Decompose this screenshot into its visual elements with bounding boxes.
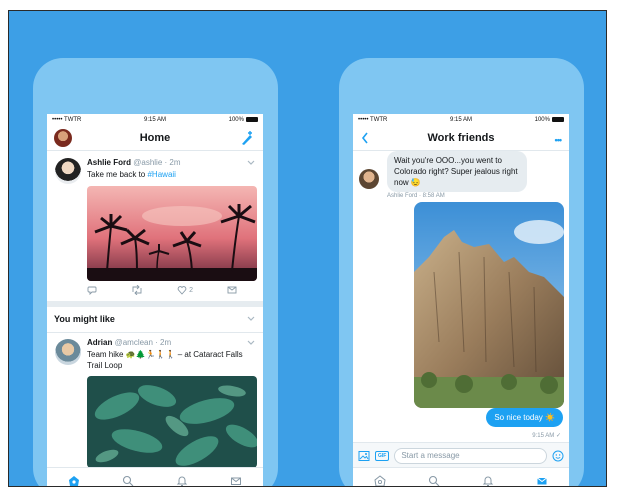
heart-icon <box>177 286 187 295</box>
reply-icon[interactable] <box>87 285 97 295</box>
incoming-message-meta: Ashlie Ford · 8:58 AM <box>387 193 445 199</box>
sent-photo-mountain[interactable] <box>414 202 564 408</box>
outgoing-message[interactable]: So nice today ☀️ <box>486 408 563 427</box>
image-attach-icon[interactable] <box>358 450 370 462</box>
home-nav-bar: Home <box>47 125 263 151</box>
home-icon[interactable] <box>374 475 386 487</box>
carrier-label: ••••• TWTR <box>52 116 82 123</box>
tweet-photo-sunset[interactable] <box>87 186 257 281</box>
search-icon[interactable] <box>122 475 134 487</box>
author-name: Ashlie Ford <box>87 158 132 167</box>
tweet-author[interactable]: Ashlie Ford @ashlie · 2m <box>87 158 181 167</box>
tweet-adrian[interactable]: Adrian @amclean · 2m Team hike 🐢🌲🏃🚶🚶 – a… <box>47 333 263 473</box>
tweet-photo-ferns[interactable] <box>87 376 257 468</box>
like-button[interactable]: 2 <box>177 285 193 295</box>
tweet-author-avatar[interactable] <box>55 158 81 184</box>
section-divider <box>47 301 263 307</box>
notifications-icon[interactable] <box>482 475 494 487</box>
phone-home: ••••• TWTR 9:15 AM 100% Home Ashlie Ford… <box>33 58 278 487</box>
status-time: 9:15 AM <box>144 116 167 123</box>
tab-bar <box>47 467 263 487</box>
battery-icon <box>245 117 258 122</box>
tweet-ashlie[interactable]: Ashlie Ford @ashlie · 2m Take me back to… <box>47 151 263 301</box>
status-time: 9:15 AM <box>450 116 473 123</box>
battery-indicator: 100% <box>535 117 564 123</box>
hashtag-link[interactable]: #Hawaii <box>147 170 175 179</box>
conversation-title: Work friends <box>427 131 495 144</box>
tweet-text-body: Take me back to <box>87 170 148 179</box>
messages-screen: ••••• TWTR 9:15 AM 100% Work friends •••… <box>353 114 569 487</box>
home-icon[interactable] <box>68 475 80 487</box>
battery-indicator: 100% <box>229 117 258 123</box>
tweet-text: Take me back to #Hawaii <box>87 169 247 180</box>
tweet-actions: 2 <box>87 285 237 295</box>
phone-messages: ••••• TWTR 9:15 AM 100% Work friends •••… <box>339 58 584 487</box>
status-bar: ••••• TWTR 9:15 AM 100% <box>353 114 569 125</box>
carrier-label: ••••• TWTR <box>358 116 388 123</box>
illustration-frame: ••••• TWTR 9:15 AM 100% Home Ashlie Ford… <box>8 10 607 487</box>
battery-label: 100% <box>228 116 244 123</box>
profile-avatar[interactable] <box>54 129 72 147</box>
page-title: Home <box>139 131 171 144</box>
messages-icon[interactable] <box>536 475 548 487</box>
home-screen: ••••• TWTR 9:15 AM 100% Home Ashlie Ford… <box>47 114 263 487</box>
tweet-author[interactable]: Adrian @amclean · 2m <box>87 338 171 347</box>
notifications-icon[interactable] <box>176 475 188 487</box>
more-options-icon[interactable]: ••• <box>555 135 563 145</box>
author-handle: @amclean · 2m <box>114 338 172 347</box>
author-handle: @ashlie · 2m <box>133 158 181 167</box>
battery-icon <box>551 117 564 122</box>
like-count: 2 <box>189 286 193 294</box>
tweet-text: Team hike 🐢🌲🏃🚶🚶 – at Cataract Falls Trai… <box>87 350 243 370</box>
incoming-message[interactable]: Wait you're OOO...you went to Colorado r… <box>387 151 527 192</box>
back-chevron-icon[interactable] <box>361 132 369 144</box>
chevron-down-icon[interactable] <box>247 340 255 346</box>
search-icon[interactable] <box>428 475 440 487</box>
status-bar: ••••• TWTR 9:15 AM 100% <box>47 114 263 125</box>
message-composer: GIF <box>353 442 569 468</box>
gif-button[interactable]: GIF <box>375 450 390 461</box>
direct-message-icon[interactable] <box>227 285 237 295</box>
conversation-nav-bar: Work friends ••• <box>353 125 569 151</box>
tab-bar <box>353 467 569 487</box>
sender-avatar[interactable] <box>359 169 379 189</box>
message-input[interactable] <box>394 447 547 464</box>
battery-label: 100% <box>534 116 550 123</box>
section-title: You might like <box>54 314 115 324</box>
compose-tweet-icon[interactable] <box>239 130 255 146</box>
chevron-down-icon[interactable] <box>247 316 255 322</box>
messages-icon[interactable] <box>230 475 242 487</box>
author-name: Adrian <box>87 338 113 347</box>
tweet-author-avatar[interactable] <box>55 339 81 365</box>
outgoing-message-meta: 9:15 AM ✓ <box>532 433 561 439</box>
retweet-icon[interactable] <box>131 285 143 295</box>
emoji-icon[interactable] <box>552 450 564 462</box>
chevron-down-icon[interactable] <box>247 160 255 166</box>
